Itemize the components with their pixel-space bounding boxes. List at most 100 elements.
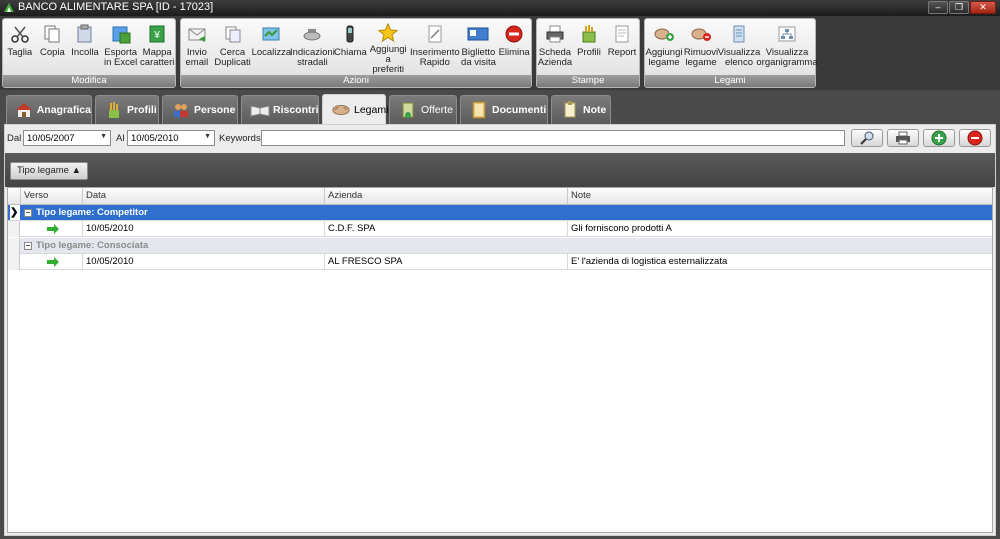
printer-icon (543, 22, 567, 46)
maximize-button[interactable]: ❐ (949, 1, 969, 14)
group-label-legami: Legami (645, 75, 815, 87)
aggiungi-legame-button[interactable]: Aggiungi legame (645, 21, 683, 75)
mappa-caratteri-button[interactable]: ¥ Mappa caratteri (139, 21, 175, 75)
cerca-duplicati-button[interactable]: Cerca Duplicati (213, 21, 253, 75)
localizza-label: Localizza (251, 47, 292, 58)
rimuovi-legame-button[interactable]: Rimuovi legame (683, 21, 719, 75)
inserimento-rapido-button[interactable]: Inserimento Rapido (410, 21, 460, 75)
table-row[interactable]: 10/05/2010 AL FRESCO SPA E' l'azienda di… (8, 254, 992, 270)
biglietto-label-2: da visita (461, 57, 496, 68)
table-row[interactable]: 10/05/2010 C.D.F. SPA Gli forniscono pro… (8, 221, 992, 237)
report-button[interactable]: Report (605, 21, 639, 75)
row-selector[interactable] (8, 221, 20, 237)
search-icon (860, 131, 874, 145)
tab-profili[interactable]: Profili (95, 95, 159, 124)
svg-text:¥: ¥ (153, 30, 160, 41)
delete-icon (502, 22, 526, 46)
tab-offerte[interactable]: Offerte (389, 95, 457, 124)
star-icon (376, 22, 400, 43)
aggiungi-preferiti-button[interactable]: Aggiungi a preferiti (366, 21, 410, 75)
visualizza-org-label-2: organigramma (756, 57, 818, 68)
visualizza-organigramma-button[interactable]: Visualizza organigramma (756, 21, 818, 75)
tab-riscontri-label: Riscontri (273, 104, 319, 116)
close-button[interactable]: ✕ (970, 1, 996, 14)
localizza-button[interactable]: Localizza (251, 21, 292, 75)
tab-riscontri[interactable]: Riscontri (241, 95, 319, 124)
remove-button[interactable] (959, 129, 991, 147)
search-button[interactable] (851, 129, 883, 147)
print-button[interactable] (887, 129, 919, 147)
profili-print-button[interactable]: Profili (573, 21, 605, 75)
handshake-icon (331, 100, 351, 120)
dal-label: Dal (7, 133, 22, 144)
taglia-button[interactable]: Taglia (3, 21, 37, 75)
group-header-text: Tipo legame: Consociata (36, 240, 149, 251)
title-bar: BANCO ALIMENTARE SPA [ID - 17023] – ❐ ✕ (0, 0, 1000, 16)
tab-anagrafica[interactable]: Anagrafica (6, 95, 92, 124)
arrow-right-icon (47, 224, 59, 234)
offer-icon (398, 100, 418, 120)
al-date-picker[interactable]: 10/05/2010 ▼ (127, 130, 215, 146)
al-dropdown-arrow-icon[interactable]: ▼ (204, 133, 211, 140)
collapse-icon[interactable]: − (24, 209, 32, 217)
tab-legami[interactable]: Legami (322, 94, 388, 124)
tab-persone[interactable]: Persone (162, 95, 238, 124)
column-header-data[interactable]: Data (83, 188, 325, 205)
business-card-icon (466, 22, 490, 46)
add-button[interactable] (923, 129, 955, 147)
chiama-label: Chiama (334, 47, 367, 58)
copia-button[interactable]: Copia (37, 21, 69, 75)
profiles-icon (577, 22, 601, 46)
chiama-button[interactable]: Chiama (334, 21, 367, 75)
dal-dropdown-arrow-icon[interactable]: ▼ (100, 133, 107, 140)
group-row-consociata[interactable]: − Tipo legame: Consociata (8, 238, 992, 254)
aggiungi-pref-label-2: preferiti (372, 64, 405, 75)
report-label: Report (607, 47, 637, 58)
window-title: BANCO ALIMENTARE SPA [ID - 17023] (18, 1, 214, 13)
group-by-chip-tipo-legame[interactable]: Tipo legame ▲ (10, 162, 88, 180)
scheda-azienda-button[interactable]: Scheda Azienda (537, 21, 573, 75)
tab-note[interactable]: Note (551, 95, 611, 124)
esporta-label-2: in Excel (103, 57, 138, 68)
legami-grid: Verso Data Azienda Note ❯ − Tipo legame:… (7, 187, 993, 533)
app-logo-icon (4, 3, 14, 12)
mappa-label-2: caratteri (140, 57, 175, 68)
row-selector[interactable] (8, 254, 20, 270)
indicazioni-stradali-button[interactable]: Indicazioni stradali (290, 21, 335, 75)
tab-documenti[interactable]: Documenti (460, 95, 548, 124)
visualizza-elenco-button[interactable]: Visualizza elenco (718, 21, 760, 75)
incolla-button[interactable]: Incolla (68, 21, 102, 75)
aggiungi-legame-label-2: legame (648, 57, 680, 68)
filter-bar: Dal 10/05/2007 ▼ Al 10/05/2010 ▼ Keyword… (5, 125, 997, 151)
visualizza-elenco-label-2: elenco (725, 57, 753, 68)
note-cell: E' l'azienda di logistica esternalizzata (571, 256, 728, 267)
column-header-note[interactable]: Note (568, 188, 992, 205)
row-selector[interactable] (8, 238, 20, 254)
tab-note-label: Note (583, 104, 607, 116)
column-header-azienda[interactable]: Azienda (325, 188, 568, 205)
duplicates-icon (221, 22, 245, 46)
incolla-label: Incolla (71, 47, 99, 58)
column-header-verso[interactable]: Verso (21, 188, 83, 205)
aggiungi-pref-label-1: Aggiungi a (369, 44, 407, 65)
inserimento-label-2: Rapido (419, 57, 450, 68)
ribbon-group-modifica: Taglia Copia Incolla Esporta in Excel ¥ … (2, 18, 176, 88)
esporta-excel-button[interactable]: Esporta in Excel (102, 21, 140, 75)
verso-cell (21, 254, 83, 270)
plus-icon (931, 130, 947, 146)
charmap-icon: ¥ (145, 22, 169, 46)
collapse-icon[interactable]: − (24, 242, 32, 250)
keywords-input[interactable] (261, 130, 845, 146)
header-row-selector (8, 188, 21, 205)
invio-email-button[interactable]: Invio email (181, 21, 213, 75)
group-row-competitor[interactable]: ❯ − Tipo legame: Competitor (8, 205, 992, 221)
dal-date-picker[interactable]: 10/05/2007 ▼ (23, 130, 111, 146)
biglietto-visita-button[interactable]: Biglietto da visita (460, 21, 498, 75)
taglia-label: Taglia (7, 47, 33, 58)
elimina-button[interactable]: Elimina (497, 21, 531, 75)
ribbon-group-legami: Aggiungi legame Rimuovi legame Visualizz… (644, 18, 818, 88)
tab-profili-label: Profili (127, 104, 157, 116)
minimize-button[interactable]: – (928, 1, 948, 14)
scheda-label-2: Azienda (537, 57, 573, 68)
remove-link-icon (689, 22, 713, 46)
